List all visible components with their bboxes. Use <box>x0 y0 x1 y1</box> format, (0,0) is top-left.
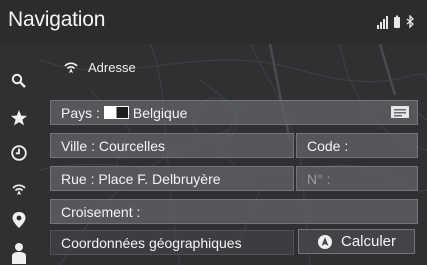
code-row[interactable]: Code : <box>296 133 418 158</box>
section-header: Adresse <box>62 57 136 77</box>
street-row[interactable]: Rue : Place F. Delbruyère <box>50 166 294 191</box>
city-label: Ville : <box>61 138 95 154</box>
calculate-button[interactable]: Calculer <box>298 229 415 254</box>
crossing-label: Croisement : <box>61 204 141 220</box>
keyboard-list-icon[interactable] <box>390 104 410 121</box>
city-value: Courcelles <box>98 138 166 154</box>
city-field: Ville : Courcelles <box>61 138 165 154</box>
navigation-arrow-icon <box>317 234 332 249</box>
crossing-row[interactable]: Croisement : <box>50 199 418 224</box>
star-icon[interactable] <box>6 105 32 131</box>
address-signal-icon <box>64 62 78 73</box>
country-label: Pays : <box>61 105 100 121</box>
city-row[interactable]: Ville : Courcelles <box>50 133 294 158</box>
street-field: Rue : Place F. Delbruyère <box>61 171 221 187</box>
title-bar: Navigation <box>0 0 427 44</box>
coordinates-label: Coordonnées géographiques <box>61 235 242 251</box>
street-label: Rue : <box>61 171 95 187</box>
navigation-screen: Navigation Adresse Pays: Belgique Ville… <box>0 0 427 265</box>
house-number-row[interactable]: N° : <box>296 166 418 191</box>
coordinates-row[interactable]: Coordonnées géographiques <box>50 230 294 255</box>
country-value: Belgique <box>132 105 188 121</box>
battery-icon <box>394 15 400 28</box>
page-title: Navigation <box>8 8 106 31</box>
code-label: Code : <box>307 138 349 154</box>
calculate-label: Calculer <box>340 233 397 250</box>
country-field: Pays : Belgique <box>61 105 187 121</box>
sidebar <box>0 44 40 265</box>
bluetooth-icon <box>406 15 414 29</box>
search-icon[interactable] <box>6 68 32 94</box>
belgium-flag-icon <box>103 106 129 119</box>
person-icon[interactable] <box>6 240 32 265</box>
country-row[interactable]: Pays : Belgique <box>50 100 418 125</box>
section-title: Adresse <box>88 59 136 75</box>
street-value: Place F. Delbruyère <box>98 171 221 187</box>
signal-icon <box>377 16 388 29</box>
house-number-label: N° : <box>307 171 331 187</box>
location-pin-icon[interactable] <box>6 207 32 233</box>
address-signal-icon[interactable] <box>6 176 32 202</box>
clock-icon[interactable] <box>6 140 32 166</box>
status-icons <box>377 15 414 29</box>
